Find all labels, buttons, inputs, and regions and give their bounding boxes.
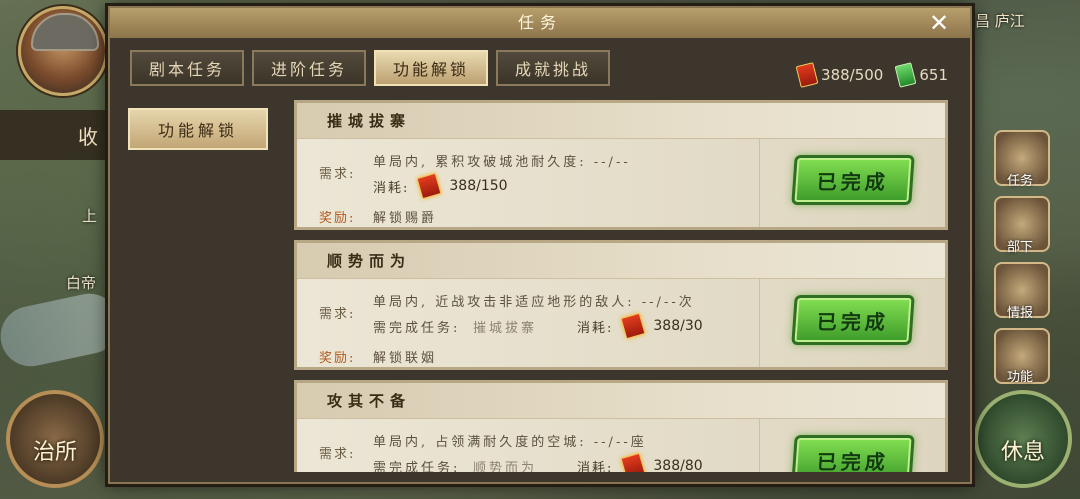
dialog-title: 任务	[110, 8, 970, 38]
red-token-icon	[416, 172, 443, 200]
red-token-icon	[620, 312, 647, 340]
cost-value: 388/80	[653, 458, 703, 472]
reward-text: 解锁赐爵	[373, 211, 438, 226]
cost-value: 388/150	[449, 178, 508, 194]
helmet-icon	[31, 13, 99, 51]
side-label-tasks: 任务	[1006, 174, 1033, 189]
green-token-value: 651	[919, 66, 948, 84]
cost-value: 388/30	[653, 318, 703, 334]
task-title: 顺势而为	[297, 243, 945, 279]
tab-bar: 剧本任务 进阶任务 功能解锁 成就挑战	[130, 50, 610, 86]
prerequisite-value: 摧城拔寨	[473, 321, 538, 336]
tab-function-unlock[interactable]: 功能解锁	[374, 50, 488, 86]
city-label[interactable]: 白帝	[66, 272, 96, 293]
cost-label: 消耗:	[577, 320, 614, 336]
requirement-label: 需求:	[319, 447, 356, 462]
prerequisite-value: 顺势而为	[473, 461, 538, 472]
prerequisite-label: 需完成任务:	[373, 461, 461, 472]
reward-label: 奖励:	[319, 351, 356, 366]
red-token-icon	[620, 452, 647, 472]
prerequisite-label: 需完成任务:	[373, 321, 461, 336]
completed-button[interactable]: 已完成	[791, 435, 915, 472]
governance-button[interactable]: 治所	[6, 390, 104, 488]
cost-label: 消耗:	[577, 460, 614, 473]
left-side-label: 收	[78, 124, 98, 149]
reward-label: 奖励:	[319, 211, 356, 226]
requirement-text: 单局内, 累积攻破城池耐久度: --/--	[373, 155, 631, 170]
player-avatar[interactable]	[18, 6, 108, 96]
tab-advanced-tasks[interactable]: 进阶任务	[252, 50, 366, 86]
reward-text: 解锁联姻	[373, 351, 438, 366]
cost-line: 消耗: 388/150	[373, 172, 508, 200]
side-label-functions: 功能	[1006, 370, 1033, 385]
rest-label: 休息	[1000, 440, 1045, 465]
cost-label: 消耗:	[373, 180, 410, 196]
red-token-counter: 388/500	[795, 62, 884, 88]
cost-line: 消耗: 388/30	[577, 312, 703, 340]
divider	[759, 419, 760, 472]
cost-line: 消耗: 388/80	[577, 452, 703, 473]
red-token-icon	[795, 62, 819, 88]
completed-button[interactable]: 已完成	[791, 155, 915, 205]
tab-achievements[interactable]: 成就挑战	[496, 50, 610, 86]
tab-script-tasks[interactable]: 剧本任务	[130, 50, 244, 86]
task-card: 攻其不备 需求: 单局内, 占领满耐久度的空城: --/--座 需完成任务: 顺…	[294, 380, 948, 472]
task-card: 摧城拔寨 需求: 单局内, 累积攻破城池耐久度: --/-- 消耗: 388/1…	[294, 100, 948, 230]
left-side-panel[interactable]: 收	[0, 110, 110, 160]
requirement-text: 单局内, 占领满耐久度的空城: --/--座	[373, 435, 647, 450]
city-label[interactable]: 上	[82, 205, 97, 226]
red-token-value: 388/500	[821, 66, 884, 84]
divider	[759, 279, 760, 367]
side-label-subordinates: 部下	[1006, 240, 1033, 255]
menu-function-unlock[interactable]: 功能解锁	[128, 108, 268, 150]
completed-button[interactable]: 已完成	[791, 295, 915, 345]
divider	[759, 139, 760, 227]
task-title: 摧城拔寨	[297, 103, 945, 139]
resource-bar: 388/500 651	[795, 62, 948, 88]
requirement-text: 单局内, 近战攻击非适应地形的敌人: --/--次	[373, 295, 695, 310]
close-icon[interactable]: ✕	[926, 10, 952, 36]
green-token-icon	[894, 62, 917, 88]
governance-label: 治所	[32, 440, 77, 465]
green-token-counter: 651	[894, 62, 948, 88]
task-dialog: 任务 ✕ 剧本任务 进阶任务 功能解锁 成就挑战 388/500 651 功能解…	[108, 6, 972, 484]
requirement-label: 需求:	[319, 167, 356, 182]
rest-button[interactable]: 休息	[974, 390, 1072, 488]
task-card: 顺势而为 需求: 单局内, 近战攻击非适应地形的敌人: --/--次 需完成任务…	[294, 240, 948, 370]
task-list[interactable]: 摧城拔寨 需求: 单局内, 累积攻破城池耐久度: --/-- 消耗: 388/1…	[294, 100, 954, 472]
side-label-intel: 情报	[1006, 306, 1033, 321]
task-title: 攻其不备	[297, 383, 945, 419]
requirement-label: 需求:	[319, 307, 356, 322]
